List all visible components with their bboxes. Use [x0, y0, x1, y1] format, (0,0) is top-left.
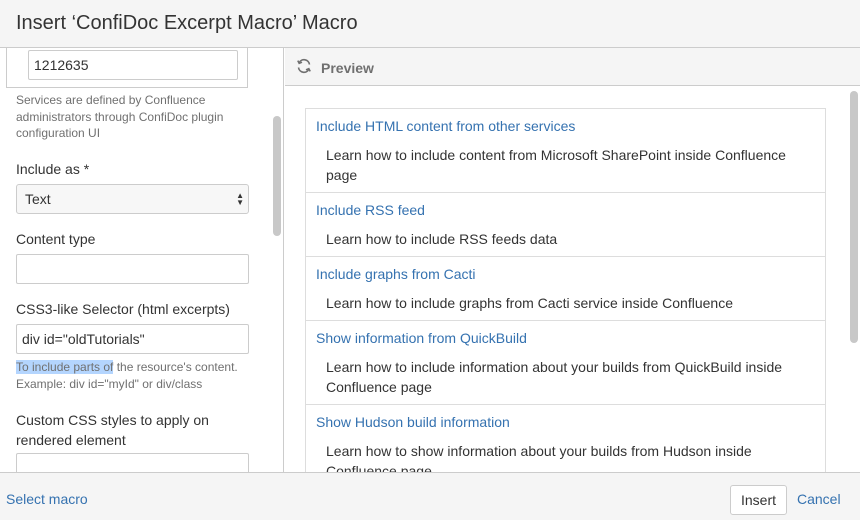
selector-label: CSS3-like Selector (html excerpts)	[16, 301, 230, 317]
preview-bar: Preview	[285, 48, 860, 86]
service-id-input[interactable]: 1212635	[28, 50, 238, 80]
list-item-link[interactable]: Include HTML content from other services	[316, 116, 815, 136]
selected-text: To include parts of	[16, 360, 114, 374]
list-item-description: Learn how to include graphs from Cacti s…	[326, 295, 733, 311]
preview-scrollbar-thumb[interactable]	[850, 91, 858, 343]
select-arrows-icon: ▲ ▼	[236, 191, 244, 207]
list-item-link[interactable]: Show information from QuickBuild	[316, 328, 815, 348]
dialog-footer: Select macro Insert Cancel	[0, 472, 860, 520]
selector-help-text: To include parts of the resource's conte…	[16, 360, 238, 391]
refresh-icon[interactable]	[296, 58, 312, 74]
custom-css-label: Custom CSS styles to apply on rendered e…	[16, 412, 209, 448]
include-as-select[interactable]: Text ▲ ▼	[16, 184, 249, 214]
list-item-link[interactable]: Include RSS feed	[316, 200, 815, 220]
list-item: Include RSS feed Learn how to include RS…	[306, 193, 825, 257]
dialog-header: Insert ‘ConfiDoc Excerpt Macro’ Macro	[0, 0, 860, 48]
list-item-link[interactable]: Include graphs from Cacti	[316, 264, 815, 284]
insert-button[interactable]: Insert	[730, 485, 787, 515]
content-type-label: Content type	[16, 231, 96, 247]
service-help-text: Services are defined by Confluence admin…	[16, 93, 224, 140]
cancel-link[interactable]: Cancel	[797, 491, 841, 507]
service-field-container: 1212635	[6, 48, 248, 88]
content-type-input[interactable]	[16, 254, 249, 284]
list-item: Show information from QuickBuild Learn h…	[306, 321, 825, 405]
macro-parameters-panel[interactable]: 1212635 Services are defined by Confluen…	[0, 48, 284, 472]
list-item-description: Learn how to show information about your…	[326, 443, 752, 472]
list-item-link[interactable]: Show Hudson build information	[316, 412, 815, 432]
list-item: Include graphs from Cacti Learn how to i…	[306, 257, 825, 321]
include-as-label: Include as *	[16, 161, 90, 177]
preview-panel: Preview Include HTML content from other …	[285, 48, 860, 472]
left-scrollbar[interactable]	[270, 48, 283, 472]
dialog-title: Insert ‘ConfiDoc Excerpt Macro’ Macro	[16, 12, 358, 34]
list-item-description: Learn how to include information about y…	[326, 359, 783, 395]
custom-css-input[interactable]	[16, 453, 249, 472]
selector-input[interactable]: div id="oldTutorials"	[16, 324, 249, 354]
select-macro-link[interactable]: Select macro	[6, 491, 88, 507]
tutorial-list: Include HTML content from other services…	[305, 108, 826, 472]
preview-title: Preview	[321, 60, 374, 76]
list-item: Show Hudson build information Learn how …	[306, 405, 825, 472]
list-item-description: Learn how to include content from Micros…	[326, 147, 786, 183]
left-scrollbar-thumb[interactable]	[273, 116, 281, 236]
list-item-description: Learn how to include RSS feeds data	[326, 231, 558, 247]
preview-content: Include HTML content from other services…	[285, 87, 860, 472]
list-item: Include HTML content from other services…	[306, 109, 825, 193]
